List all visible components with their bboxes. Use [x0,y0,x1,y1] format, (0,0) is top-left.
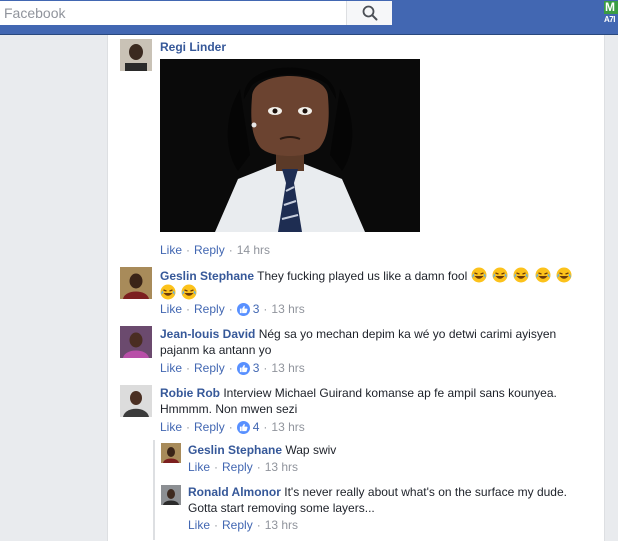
reply-link[interactable]: Reply [194,360,225,376]
laughing-emoji-icon [556,267,572,283]
reply-thread-line [153,440,155,540]
reply-author[interactable]: Geslin Stephane [188,443,282,457]
separator-dot: · [263,420,268,434]
separator-dot: · [263,361,268,375]
reply-actions: Like · Reply · 13 hrs [188,517,298,533]
like-link[interactable]: Like [160,242,182,258]
thumbs-up-icon [236,420,250,434]
reply-link[interactable]: Reply [194,419,225,435]
comments-panel: Regi Linder Like · Reply · 14 hrs Geslin… [107,35,605,541]
laughing-emoji-icon [160,284,176,300]
comment-text: Interview Michael Guirand komanse ap fe … [160,386,557,416]
separator-dot: · [228,420,233,434]
comment-time[interactable]: 13 hrs [271,419,304,435]
separator-dot: · [214,518,219,532]
laughing-emoji-icon [471,267,487,283]
laughing-emoji-icon [181,284,197,300]
comment-photo[interactable] [160,59,420,232]
separator-dot: · [186,302,191,316]
comment-author[interactable]: Robie Rob [160,386,220,400]
comment-actions: Like · Reply · 3 · 13 hrs [160,360,305,376]
laughing-emoji-icon [535,267,551,283]
reaction-count-value: 3 [252,302,260,316]
avatar[interactable] [161,443,181,463]
separator-dot: · [263,302,268,316]
separator-dot: · [228,361,233,375]
avatar[interactable] [161,485,181,505]
reply-actions: Like · Reply · 13 hrs [188,459,298,475]
reply-author[interactable]: Ronald Almonor [188,485,281,499]
comment-time[interactable]: 14 hrs [237,242,270,258]
search-input[interactable] [0,2,345,24]
separator-dot: · [214,460,219,474]
reply-text: Wap swiv [285,443,337,457]
separator-dot: · [256,460,261,474]
reaction-count[interactable]: 4 [236,419,260,435]
brand-logo[interactable]: M A7I [604,1,618,27]
comment-time[interactable]: 13 hrs [271,360,304,376]
separator-dot: · [228,302,233,316]
comment-time[interactable]: 13 hrs [271,301,304,317]
emoji-group [471,267,574,283]
reaction-count[interactable]: 3 [236,301,260,317]
separator-dot: · [256,518,261,532]
top-bar: M A7I [0,0,618,35]
thumbs-up-icon [236,302,250,316]
search-box [0,1,392,25]
avatar[interactable] [120,267,152,299]
comment-author[interactable]: Jean-louis David [160,327,255,341]
search-icon [362,5,377,21]
laughing-emoji-icon [492,267,508,283]
separator-dot: · [186,420,191,434]
comment-actions: Like · Reply · 3 · 13 hrs [160,301,305,317]
like-link[interactable]: Like [160,301,182,317]
avatar[interactable] [120,39,152,71]
comment-author[interactable]: Regi Linder [160,40,226,54]
reaction-count[interactable]: 3 [236,360,260,376]
comment-text: They fucking played us like a damn fool [257,269,468,283]
comment-actions: Like · Reply · 4 · 13 hrs [160,419,305,435]
like-link[interactable]: Like [160,419,182,435]
comment-author[interactable]: Geslin Stephane [160,269,254,283]
like-link[interactable]: Like [188,517,210,533]
reply-link[interactable]: Reply [194,301,225,317]
thumbs-up-icon [236,361,250,375]
reply-time[interactable]: 13 hrs [265,517,298,533]
reaction-count-value: 4 [252,420,260,434]
avatar[interactable] [120,385,152,417]
reply-link[interactable]: Reply [222,517,253,533]
comment-actions: Like · Reply · 14 hrs [160,242,270,258]
brand-logo-line2: A7I [604,15,615,24]
reply-link[interactable]: Reply [222,459,253,475]
separator-dot: · [186,361,191,375]
emoji-group [160,284,199,300]
reaction-count-value: 3 [252,361,260,375]
reply-time[interactable]: 13 hrs [265,459,298,475]
reply-link[interactable]: Reply [194,242,225,258]
laughing-emoji-icon [513,267,529,283]
avatar[interactable] [120,326,152,358]
separator-dot: · [228,243,233,257]
brand-logo-line1: M [604,1,618,14]
search-button[interactable] [346,1,392,25]
separator-dot: · [186,243,191,257]
like-link[interactable]: Like [160,360,182,376]
like-link[interactable]: Like [188,459,210,475]
